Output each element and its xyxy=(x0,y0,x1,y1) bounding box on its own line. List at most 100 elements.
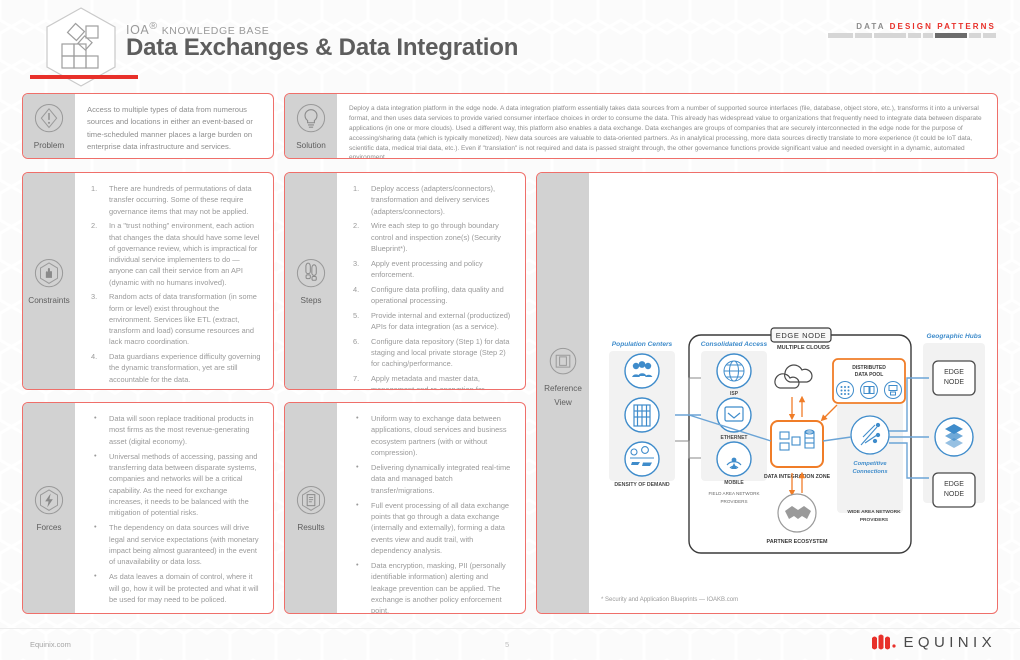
distributed-data-pool-line2: DATA POOL xyxy=(855,372,884,378)
lightbulb-icon xyxy=(296,104,326,133)
competitive-connections-line1: Competitive xyxy=(853,461,887,467)
field-area-network-line2: PROVIDERS xyxy=(720,499,747,504)
constraints-body: 1. There are hundreds of permutations of … xyxy=(75,173,273,389)
list-item-text: As data leaves a domain of control, wher… xyxy=(109,572,259,604)
list-item-number: 3. xyxy=(353,258,360,268)
panel-steps: Steps 1. Deploy access (adapters/connecto… xyxy=(284,172,526,390)
list-item-number: 2. xyxy=(353,221,360,231)
equinix-logo: EQUINIX xyxy=(871,634,996,651)
list-item-bullet: • xyxy=(94,450,97,460)
progress-segment xyxy=(828,33,853,38)
wide-area-network-line1: WIDE AREA NETWORK xyxy=(847,509,901,515)
solution-icon-column: Solution xyxy=(285,94,337,158)
list-item-text: Deploy access (adapters/connectors), tra… xyxy=(371,184,496,216)
title-underline-rule xyxy=(30,75,138,79)
list-item-text: Random acts of data transformation (in s… xyxy=(109,292,257,347)
data-integration-zone-label: DATA INTEGRATION ZONE xyxy=(764,474,831,480)
panel-constraints: Constraints 1. There are hundreds of perm… xyxy=(22,172,274,390)
list-item-text: Wire each step to go through boundary co… xyxy=(371,221,501,253)
list-item-number: 5. xyxy=(353,310,360,320)
consolidated-access-title: Consolidated Access xyxy=(701,341,768,348)
reference-label-line2: View xyxy=(554,398,572,408)
results-list: • Uniform way to exchange data between ap… xyxy=(349,413,513,613)
list-item-text: Provide internal and external (productiz… xyxy=(371,310,511,331)
list-item-text: Configure data profiling, data quality a… xyxy=(371,284,504,305)
panel-reference-view: Reference View EDGE NODE Population Cent… xyxy=(536,172,998,614)
reference-label-line1: Reference xyxy=(544,384,582,393)
stop-hand-hexagon-icon xyxy=(34,259,64,288)
network-reference-diagram-svg: EDGE NODE Population Centers Consolidate… xyxy=(609,327,985,554)
footer-website: Equinix.com xyxy=(30,640,71,649)
list-item-number: 2. xyxy=(91,221,98,231)
isp-label: ISP xyxy=(730,391,739,397)
results-icon-column: Results xyxy=(285,403,337,613)
list-item-text: Data encryption, masking, PII (personall… xyxy=(371,561,506,613)
reference-icon-column: Reference View xyxy=(537,173,589,613)
footer-divider xyxy=(0,628,1020,629)
list-item: 1. There are hundreds of permutations of … xyxy=(87,183,261,217)
section-progress-bar xyxy=(828,33,997,38)
distributed-data-pool-icons xyxy=(836,381,902,399)
list-item: 1. Deploy access (adapters/connectors), t… xyxy=(349,183,513,217)
list-item-number: 3. xyxy=(91,292,98,302)
list-item-bullet: • xyxy=(356,413,359,422)
list-item: 2. Wire each step to go through boundary … xyxy=(349,220,513,254)
list-item-number: 4. xyxy=(91,352,98,361)
progress-segment xyxy=(982,33,997,38)
section-label: DATA DESIGN PATTERNS xyxy=(856,22,996,31)
list-item: • The dependency on data sources will dri… xyxy=(87,522,261,567)
list-item: • Data will soon replace traditional prod… xyxy=(87,413,261,447)
list-item-text: There are hundreds of permutations of da… xyxy=(109,184,252,216)
forces-body: • Data will soon replace traditional prod… xyxy=(75,403,273,613)
list-item-text: Full event processing of all data exchan… xyxy=(371,500,510,555)
list-item-text: Universal methods of accessing, passing … xyxy=(109,451,258,517)
section-label-muted: DATA xyxy=(856,22,886,31)
list-item: • Delivering dynamically integrated real-… xyxy=(349,462,513,496)
page-title: Data Exchanges & Data Integration xyxy=(126,34,519,61)
list-item: 5. Provide internal and external (product… xyxy=(349,310,513,333)
list-item: 6. Configure data repository (Step 1) for… xyxy=(349,336,513,370)
list-item-bullet: • xyxy=(356,462,359,471)
reference-footnote: * Security and Application Blueprints — … xyxy=(601,597,739,603)
exclamation-hexagon-icon xyxy=(34,104,64,133)
list-item-text: Configure data repository (Step 1) for d… xyxy=(371,336,510,369)
list-item-number: 1. xyxy=(353,184,360,193)
progress-segment xyxy=(908,33,922,38)
footprints-icon xyxy=(296,259,326,288)
population-centers-title: Population Centers xyxy=(612,341,673,348)
list-item: 3. Random acts of data transformation (in… xyxy=(87,291,261,347)
equinix-mark-icon xyxy=(871,634,896,650)
partner-ecosystem-label: PARTNER ECOSYSTEM xyxy=(767,539,829,545)
solution-label: Solution xyxy=(296,140,326,150)
panel-results: Results • Uniform way to exchange data be… xyxy=(284,402,526,614)
list-item-text: Data guardians experience difficulty gov… xyxy=(109,352,261,384)
panel-problem: Problem Access to multiple types of data… xyxy=(22,93,274,159)
problem-icon-column: Problem xyxy=(23,94,75,158)
list-item-text: Data will soon replace traditional produ… xyxy=(109,414,254,446)
solution-body: Deploy a data integration platform in th… xyxy=(337,94,997,158)
list-item-text: Delivering dynamically integrated real-t… xyxy=(371,463,511,495)
panel-solution: Solution Deploy a data integration platf… xyxy=(284,93,998,159)
geographic-hubs-title: Geographic Hubs xyxy=(927,333,982,340)
list-item-number: 1. xyxy=(91,184,98,193)
geographic-hub-nodes: EDGE NODE EDGE NODE xyxy=(932,360,976,508)
document-check-hexagon-icon xyxy=(296,486,326,515)
steps-icon-column: Steps xyxy=(285,173,337,389)
solution-text: Deploy a data integration platform in th… xyxy=(349,105,982,158)
list-item: • Full event processing of all data excha… xyxy=(349,500,513,556)
edge-node-box-2-line1: EDGE xyxy=(944,481,964,488)
section-label-accent: DESIGN PATTERNS xyxy=(889,22,996,31)
equinix-wordmark: EQUINIX xyxy=(903,634,996,651)
density-of-demand-label: DENSITY OF DEMAND xyxy=(614,482,669,488)
list-item: 4. Configure data profiling, data quality… xyxy=(349,284,513,307)
list-item: • Uniform way to exchange data between ap… xyxy=(349,413,513,458)
list-item-number: 6. xyxy=(353,336,360,346)
steps-list: 1. Deploy access (adapters/connectors), t… xyxy=(349,183,513,389)
mobile-label: MOBILE xyxy=(724,480,744,486)
list-item: 2. In a "trust nothing" environment, each… xyxy=(87,220,261,288)
page-header: IOA® Knowledge Base Data Exchanges & Dat… xyxy=(0,0,1020,88)
results-body: • Uniform way to exchange data between ap… xyxy=(337,403,525,613)
problem-text: Access to multiple types of data from nu… xyxy=(87,105,253,151)
slide-page: IOA® Knowledge Base Data Exchanges & Dat… xyxy=(0,0,1020,660)
constraints-label: Constraints xyxy=(28,295,70,305)
